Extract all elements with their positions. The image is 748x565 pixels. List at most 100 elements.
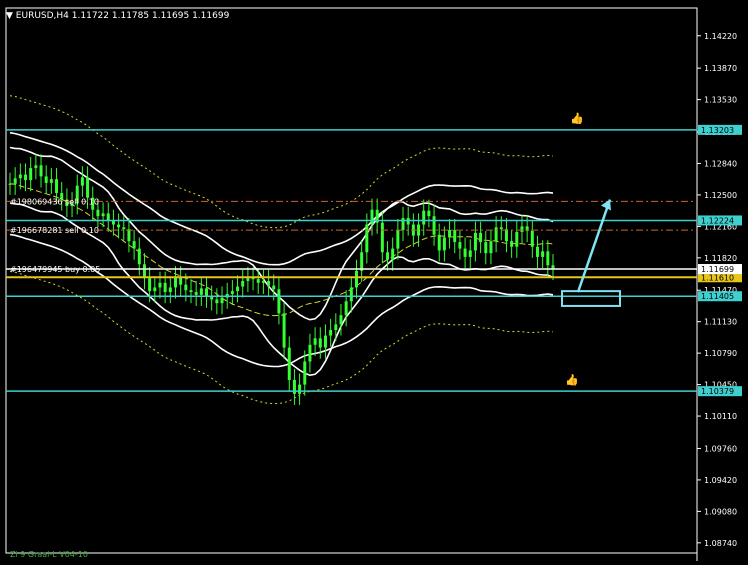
candle-body xyxy=(261,280,265,283)
open-price: 1.11722 xyxy=(71,11,110,21)
candle-body xyxy=(318,338,322,348)
candle-body xyxy=(215,299,219,304)
candle-body xyxy=(205,288,209,297)
candle-body xyxy=(29,168,33,181)
candle-body xyxy=(380,222,384,253)
candle-body xyxy=(437,234,441,251)
candle-body xyxy=(334,324,338,331)
candle-body xyxy=(448,230,452,238)
candle-body xyxy=(127,229,131,242)
candle-body xyxy=(354,270,358,288)
candle-body xyxy=(168,287,172,293)
y-tick-label: 1.09420 xyxy=(704,476,737,485)
candle-body xyxy=(194,292,198,295)
candle-body xyxy=(546,251,550,266)
candle-body xyxy=(499,227,503,230)
y-tick-label: 1.14220 xyxy=(704,32,737,41)
candle-body xyxy=(158,282,162,288)
candle-body xyxy=(339,315,343,325)
candle-body xyxy=(427,210,431,217)
candle-body xyxy=(370,209,374,225)
candle-body xyxy=(49,179,53,183)
candle-body xyxy=(189,290,193,293)
candle-body xyxy=(489,241,493,254)
candle-body xyxy=(137,248,141,265)
candle-body xyxy=(18,174,22,179)
candle-body xyxy=(148,278,152,292)
band-dotted-lower xyxy=(9,271,554,404)
candle-body xyxy=(453,230,457,243)
candle-body xyxy=(365,224,369,253)
candle-body xyxy=(344,301,348,316)
candle-body xyxy=(277,289,281,314)
dropdown-arrow-icon[interactable]: ▼ xyxy=(6,11,13,21)
candle-body xyxy=(236,286,240,292)
candle-body xyxy=(391,248,395,260)
candle-body xyxy=(360,252,364,271)
candle-body xyxy=(510,241,514,247)
candle-body xyxy=(282,313,286,348)
candle-body xyxy=(117,224,121,228)
chart-canvas[interactable]: 1.142201.138701.135301.131801.128401.125… xyxy=(0,0,748,561)
candle-body xyxy=(272,285,276,290)
candle-body xyxy=(313,338,317,345)
candle-body xyxy=(55,179,59,194)
candle-body xyxy=(39,165,43,177)
order-label: #196479945 buy 0.05 xyxy=(10,265,100,274)
candle-body xyxy=(287,347,291,380)
candle-body xyxy=(34,165,38,169)
candle-body xyxy=(44,176,48,183)
chart-title: ▼ EURUSD,H4 1.11722 1.11785 1.11695 1.11… xyxy=(6,10,229,22)
price-tag-label: 1.13203 xyxy=(701,126,734,135)
candle-body xyxy=(241,280,245,287)
candle-body xyxy=(432,216,436,235)
y-tick-label: 1.09760 xyxy=(704,444,737,453)
candle-body xyxy=(132,241,136,249)
y-tick-label: 1.10110 xyxy=(704,412,737,421)
candle-body xyxy=(308,344,312,362)
thumbs-up-icon: 👍 xyxy=(570,112,584,125)
candle-body xyxy=(256,279,260,283)
candle-body xyxy=(520,226,524,232)
order-label: #198069436 sell 0.10 xyxy=(10,197,99,206)
candle-body xyxy=(246,278,250,281)
price-chart[interactable]: 1.142201.138701.135301.131801.128401.125… xyxy=(0,0,748,561)
y-tick-label: 1.10790 xyxy=(704,349,737,358)
price-tag-label: 1.12224 xyxy=(701,216,734,225)
candle-body xyxy=(386,252,390,260)
candle-body xyxy=(515,231,519,247)
candle-body xyxy=(303,361,307,385)
candle-body xyxy=(396,230,400,249)
y-tick-label: 1.12840 xyxy=(704,159,737,168)
candle-body xyxy=(541,251,545,257)
high-price: 1.11785 xyxy=(111,11,150,21)
candle-body xyxy=(494,227,498,242)
candle-body xyxy=(530,230,534,247)
candle-body xyxy=(153,287,157,292)
close-price: 1.11699 xyxy=(192,11,230,21)
target-box xyxy=(561,290,621,307)
candle-body xyxy=(86,177,90,198)
y-tick-label: 1.13870 xyxy=(704,64,737,73)
candle-body xyxy=(142,264,146,279)
candle-body xyxy=(298,384,302,394)
candle-body xyxy=(323,335,327,348)
candle-body xyxy=(179,277,183,285)
candle-body xyxy=(184,284,188,291)
candle-body xyxy=(24,174,28,181)
price-tag-label: 1.11610 xyxy=(701,273,734,282)
candle-body xyxy=(122,227,126,230)
candle-body xyxy=(173,277,177,288)
y-tick-label: 1.12500 xyxy=(704,191,737,200)
price-tag-label: 1.11699 xyxy=(701,265,734,274)
candle-body xyxy=(80,177,84,186)
candle-body xyxy=(8,183,12,185)
candle-body xyxy=(473,232,477,251)
candle-body xyxy=(96,209,100,217)
candle-body xyxy=(484,242,488,254)
candle-body xyxy=(349,287,353,302)
candle-body xyxy=(13,178,17,184)
candle-body xyxy=(535,246,539,257)
low-price: 1.11695 xyxy=(151,11,190,21)
indicator-label: Zi 9 Graal-L V04-10 xyxy=(10,550,88,559)
